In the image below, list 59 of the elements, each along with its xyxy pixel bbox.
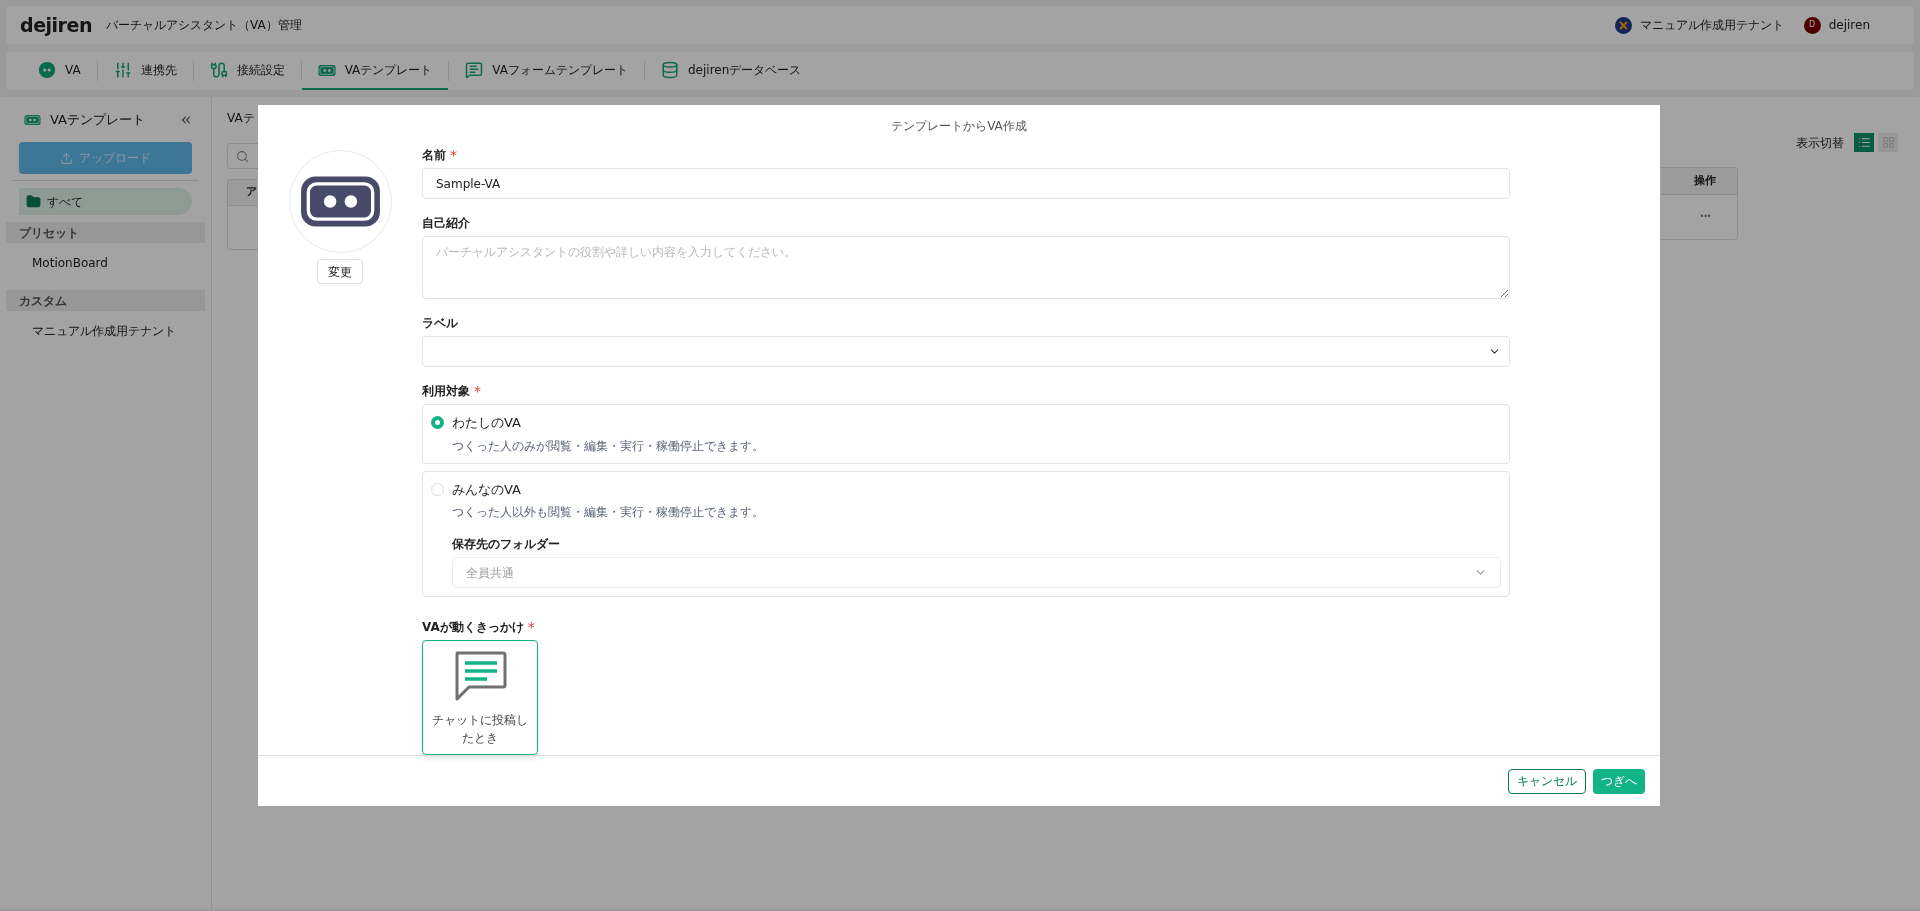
option-title: みんなのVA [452, 480, 521, 499]
tenant-name[interactable]: マニュアル作成用テナント [1639, 16, 1784, 34]
list-icon [1857, 136, 1871, 149]
field-label: 利用対象 [422, 383, 470, 401]
chat-icon [453, 649, 507, 702]
page-title: バーチャルアシスタント（VA）管理 [106, 17, 302, 34]
cable-icon [209, 61, 228, 79]
template-icon [24, 114, 41, 126]
nav-tab[interactable]: VA [22, 52, 97, 90]
field-label: 名前 [422, 147, 446, 165]
modal-title: テンプレートからVA作成 [891, 118, 1027, 136]
radio-button[interactable] [431, 416, 444, 430]
logo: dejiren [20, 12, 92, 38]
cancel-button[interactable]: キャンセル [1508, 768, 1586, 794]
sliders-icon [113, 61, 132, 79]
intro-field[interactable]: バーチャルアシスタントの役割や詳しい内容を入力してください。 [422, 236, 1510, 300]
section-header: カスタム [6, 290, 205, 311]
sidebar-item[interactable]: MotionBoard [6, 243, 205, 283]
collapse-icon[interactable] [179, 113, 193, 127]
folder-icon [26, 194, 41, 209]
user-avatar[interactable]: D [1803, 16, 1821, 34]
option-description: つくった人以外も閲覧・編集・実行・稼働停止できます。 [452, 504, 765, 522]
field-label: 自己紹介 [422, 215, 470, 233]
nav-tab[interactable]: dejirenデータベース [644, 52, 818, 90]
required-mark: * [450, 145, 457, 165]
field-label: VAが動くきっかけ [422, 619, 524, 637]
search-icon [236, 149, 249, 163]
change-avatar-button[interactable]: 変更 [317, 259, 363, 285]
table-header-cell: ア [227, 179, 257, 206]
required-mark: * [527, 617, 535, 637]
tenant-icon[interactable] [1614, 16, 1632, 34]
nav-tab[interactable]: 連携先 [97, 52, 193, 90]
breadcrumb: VAテ [227, 110, 256, 127]
label-select[interactable] [422, 336, 1510, 368]
nav-tab[interactable]: 接続設定 [193, 52, 301, 90]
trigger-card[interactable]: チャットに投稿したとき [422, 640, 538, 756]
sidebar-item[interactable]: マニュアル作成用テナント [6, 311, 205, 351]
user-name[interactable]: dejiren [1828, 16, 1870, 34]
upload-icon [60, 151, 73, 165]
option-description: つくった人のみが閲覧・編集・実行・稼働停止できます。 [452, 437, 765, 455]
required-mark: * [474, 381, 481, 401]
section-header: プリセット [6, 222, 205, 243]
table-header-cell: 操作 [1661, 168, 1737, 195]
view-toggle-label: 表示切替 [1796, 134, 1844, 152]
field-label: ラベル [422, 315, 458, 333]
folder-item[interactable]: すべて [19, 188, 192, 215]
sidebar-title: VAテンプレート [50, 111, 145, 130]
nav-tab[interactable]: VAテンプレート [301, 52, 449, 90]
robot-icon [38, 61, 56, 79]
audience-option[interactable]: わたしのVA つくった人のみが閲覧・編集・実行・稼働停止できます。 [422, 404, 1510, 464]
option-title: わたしのVA [452, 414, 521, 433]
name-field[interactable]: Sample-VA [422, 168, 1510, 200]
nav-tab[interactable]: VAフォームテンプレート [449, 52, 644, 90]
list-view-button[interactable] [1854, 133, 1874, 152]
form-icon [465, 61, 484, 79]
database-icon [660, 61, 679, 79]
grid-view-button[interactable] [1878, 133, 1898, 152]
robot-icon [317, 63, 336, 77]
field-label: 保存先のフォルダー [452, 536, 561, 554]
